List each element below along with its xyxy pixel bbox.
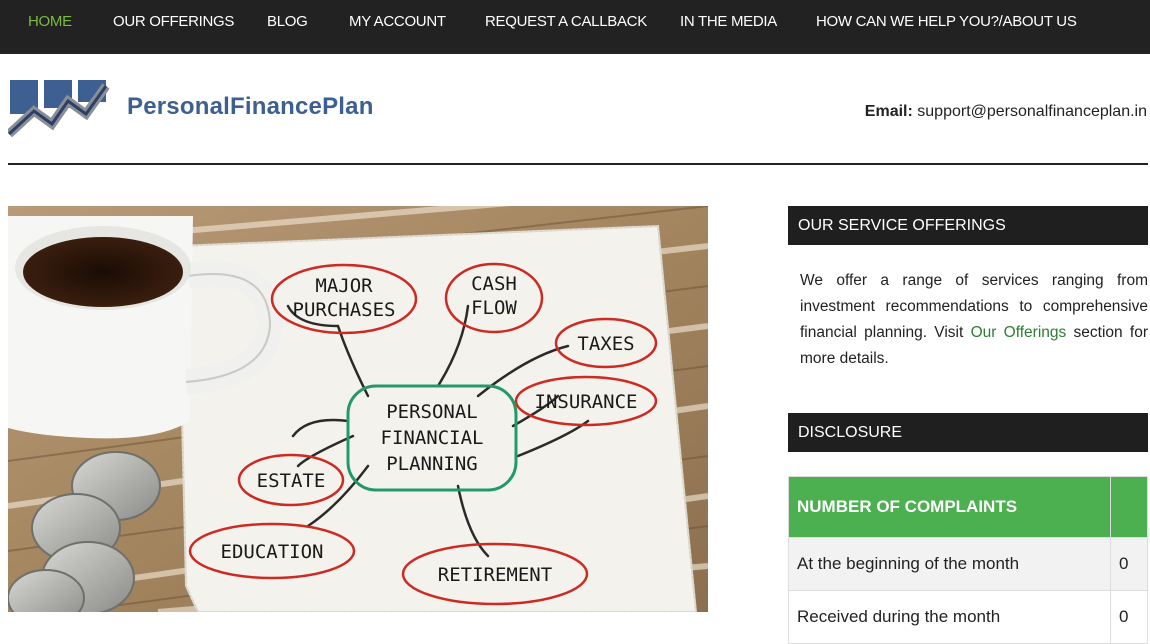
bubble-cash-line2: FLOW	[471, 297, 517, 319]
bubble-insurance: INSURANCE	[535, 391, 638, 413]
bubble-estate: ESTATE	[257, 470, 326, 492]
bubble-cash-line1: CASH	[471, 273, 517, 295]
email-address[interactable]: support@personalfinanceplan.in	[917, 103, 1147, 120]
nav-request-callback[interactable]: REQUEST A CALLBACK	[485, 13, 647, 31]
complaints-header-row: NUMBER OF COMPLAINTS	[788, 476, 1148, 538]
hero-image: MAJOR PURCHASES CASH FLOW TAXES INSURANC…	[8, 206, 708, 612]
table-row: At the beginning of the month 0	[788, 537, 1148, 591]
our-offerings-link[interactable]: Our Offerings	[971, 324, 1067, 341]
center-line3: PLANNING	[386, 453, 478, 475]
complaints-row-label: At the beginning of the month	[788, 537, 1111, 591]
complaints-table: NUMBER OF COMPLAINTS At the beginning of…	[788, 476, 1148, 644]
nav-blog[interactable]: BLOG	[267, 13, 308, 31]
table-row: Received during the month 0	[788, 590, 1148, 644]
complaints-header-value	[1110, 476, 1148, 538]
financial-planning-illustration: MAJOR PURCHASES CASH FLOW TAXES INSURANC…	[8, 206, 708, 612]
logo-graph-icon	[8, 80, 110, 138]
bubble-taxes: TAXES	[577, 333, 634, 355]
top-navigation: HOME OUR OFFERINGS BLOG MY ACCOUNT REQUE…	[0, 0, 1150, 54]
contact-email: Email: support@personalfinanceplan.in	[865, 103, 1147, 121]
complaints-header: NUMBER OF COMPLAINTS	[788, 476, 1111, 538]
logo-wordmark[interactable]: PersonalFinancePlan	[127, 93, 374, 121]
bubble-retirement: RETIREMENT	[438, 564, 552, 586]
bubble-education: EDUCATION	[221, 541, 324, 563]
complaints-row-label: Received during the month	[788, 590, 1111, 644]
email-label: Email:	[864, 103, 913, 120]
service-offerings-text: We offer a range of services ranging fro…	[800, 268, 1148, 372]
nav-our-offerings[interactable]: OUR OFFERINGS	[113, 13, 234, 31]
center-line2: FINANCIAL	[381, 427, 484, 449]
nav-home[interactable]: HOME	[28, 13, 72, 31]
nav-about-us[interactable]: HOW CAN WE HELP YOU?/ABOUT US	[816, 13, 1077, 31]
complaints-row-value: 0	[1110, 537, 1148, 591]
nav-my-account[interactable]: MY ACCOUNT	[349, 13, 446, 31]
disclosure-title: DISCLOSURE	[788, 413, 1148, 452]
bubble-major-line1: MAJOR	[315, 275, 373, 297]
center-line1: PERSONAL	[386, 401, 478, 423]
service-offerings-title: OUR SERVICE OFFERINGS	[788, 206, 1148, 245]
complaints-row-value: 0	[1110, 590, 1148, 644]
bubble-major-line2: PURCHASES	[293, 299, 396, 321]
nav-in-the-media[interactable]: IN THE MEDIA	[680, 13, 777, 31]
header-divider	[8, 163, 1148, 165]
